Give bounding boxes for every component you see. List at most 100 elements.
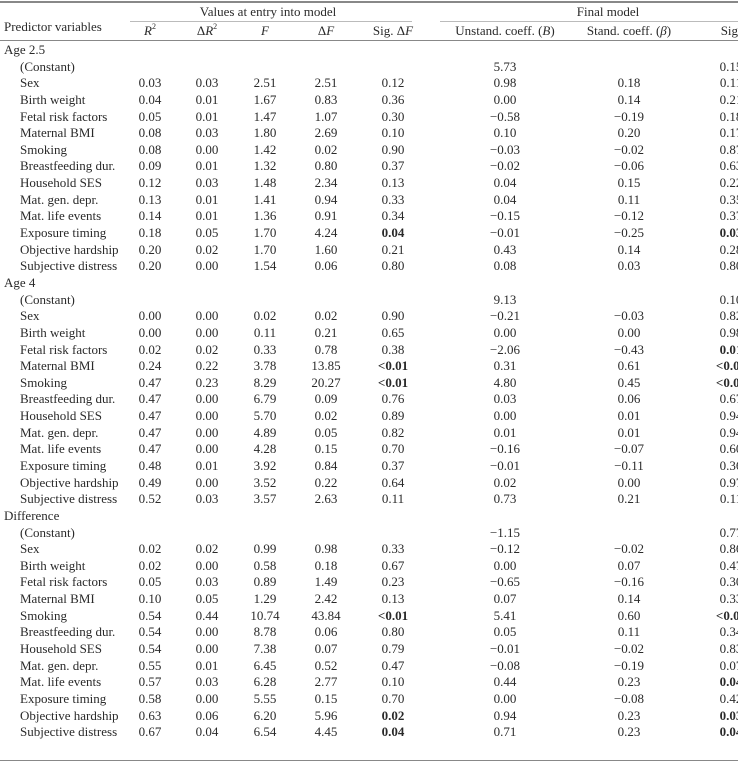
cell-sig-delta-f: 0.64	[381, 474, 405, 490]
cell-r2: 0.20	[138, 241, 162, 257]
predictor-label: Mat. gen. depr.	[20, 191, 99, 207]
cell-r2: 0.08	[138, 141, 162, 157]
cell-sig: 0.98	[719, 324, 738, 340]
header-rule	[0, 40, 738, 41]
cell-delta-f: 0.15	[314, 690, 338, 706]
predictor-label: Exposure timing	[20, 458, 107, 473]
cell-delta-f: 4.24	[314, 225, 338, 241]
predictor-label: Household SES	[20, 408, 102, 424]
cell-r2: 0.10	[138, 591, 162, 607]
cell-delta-f: 0.80	[314, 158, 338, 174]
cell-f: 0.89	[253, 574, 277, 590]
cell-sig-delta-f: 0.33	[381, 541, 405, 557]
cell-delta-r2: 0.22	[195, 358, 219, 374]
predictor-label: Fetal risk factors	[20, 574, 108, 590]
cell-stand-coeff-beta: 0.23	[617, 674, 641, 690]
cell-delta-f: 4.45	[314, 724, 338, 740]
cell-delta-r2: 0.02	[195, 541, 219, 557]
cell-delta-f: 0.78	[314, 341, 338, 357]
column-header-part: R	[144, 23, 152, 38]
cell-sig: 0.86	[719, 541, 738, 557]
cell-r2: 0.47	[138, 391, 162, 407]
cell-sig: 0.15	[719, 58, 738, 74]
predictor-label: Maternal BMI	[20, 125, 95, 141]
cell-sig-delta-f: 0.02	[381, 707, 405, 723]
cell-unstand-coeff-b: 0.31	[493, 358, 517, 374]
cell-sig: <0.01	[715, 374, 738, 390]
cell-sig: 0.94	[719, 424, 738, 440]
cell-r2: 0.02	[138, 557, 162, 573]
cell-delta-r2: 0.00	[195, 441, 219, 457]
cell-unstand-coeff-b: 0.00	[493, 408, 517, 424]
cell-f: 6.54	[253, 724, 277, 740]
cell-delta-r2: 0.01	[195, 158, 219, 174]
cell-sig: 0.60	[719, 441, 738, 457]
cell-r2: 0.12	[138, 175, 162, 191]
cell-sig: 0.94	[719, 408, 738, 424]
cell-unstand-coeff-b: −0.16	[489, 441, 521, 457]
cell-r2: 0.48	[138, 458, 162, 473]
cell-delta-f: 0.07	[314, 641, 338, 657]
cell-sig-delta-f: 0.12	[381, 75, 405, 91]
cell-delta-r2: 0.00	[195, 324, 219, 340]
predictor-label: Breastfeeding dur.	[20, 391, 116, 407]
cell-delta-f: 0.18	[314, 557, 338, 573]
cell-sig: 0.67	[719, 391, 738, 407]
cell-f: 1.36	[253, 208, 277, 224]
cell-delta-f: 0.84	[314, 458, 338, 473]
cell-sig-delta-f: 0.90	[381, 141, 405, 157]
predictor-label: Sex	[20, 75, 40, 91]
cell-delta-f: 5.96	[314, 707, 338, 723]
cell-sig: 0.37	[719, 208, 738, 224]
cell-delta-r2: 0.00	[195, 258, 219, 274]
column-header-r2: R2	[144, 23, 156, 39]
cell-unstand-coeff-b: −0.12	[489, 541, 521, 557]
cell-stand-coeff-beta: −0.19	[613, 657, 645, 673]
column-header-delta-r2: ΔR2	[197, 23, 217, 39]
cell-unstand-coeff-b: 0.94	[493, 707, 517, 723]
predictor-label: Fetal risk factors	[20, 341, 108, 357]
cell-delta-r2: 0.03	[195, 674, 219, 690]
cell-stand-coeff-beta: 0.60	[617, 607, 641, 623]
cell-r2: 0.20	[138, 258, 162, 274]
cell-delta-f: 0.15	[314, 441, 338, 457]
cell-sig: 0.07	[719, 657, 738, 673]
header-predictor-variables: Predictor variables	[4, 19, 102, 34]
cell-sig: 0.03	[719, 225, 738, 241]
predictor-label: Breastfeeding dur.	[20, 158, 116, 174]
cell-delta-f: 0.52	[314, 657, 338, 673]
cell-sig-delta-f: 0.76	[381, 391, 405, 407]
cell-delta-f: 0.02	[314, 141, 338, 157]
cell-delta-r2: 0.00	[195, 690, 219, 706]
cell-sig-delta-f: 0.04	[381, 724, 405, 740]
cell-unstand-coeff-b: −1.15	[489, 524, 521, 540]
cell-delta-r2: 0.04	[195, 724, 219, 740]
predictor-label: Subjective distress	[20, 724, 118, 740]
cell-unstand-coeff-b: 9.13	[493, 291, 517, 307]
cell-sig: 0.11	[719, 491, 738, 507]
cell-stand-coeff-beta: 0.14	[617, 241, 641, 257]
cell-sig-delta-f: 0.38	[381, 341, 405, 357]
cell-unstand-coeff-b: −0.01	[489, 458, 521, 473]
cell-stand-coeff-beta: 0.03	[617, 258, 641, 274]
cell-f: 6.45	[253, 657, 277, 673]
cell-delta-f: 0.09	[314, 391, 338, 407]
cell-f: 4.89	[253, 424, 277, 440]
group-heading: Age 2.5	[4, 42, 46, 57]
cell-sig: <0.01	[715, 607, 738, 623]
cell-f: 1.42	[253, 141, 277, 157]
cell-stand-coeff-beta: 0.23	[617, 724, 641, 740]
column-header-part: F	[405, 23, 414, 38]
cell-delta-r2: 0.00	[195, 391, 219, 407]
cell-stand-coeff-beta: 0.06	[617, 391, 641, 407]
cell-stand-coeff-beta: 0.45	[617, 374, 641, 390]
predictor-label: Maternal BMI	[20, 591, 95, 607]
cell-f: 0.11	[253, 324, 277, 340]
cell-delta-f: 0.02	[314, 308, 338, 324]
cell-f: 0.99	[253, 541, 277, 557]
cell-sig-delta-f: 0.13	[381, 591, 405, 607]
cell-sig: 0.77	[719, 524, 738, 540]
cell-delta-r2: 0.02	[195, 241, 219, 257]
cell-delta-f: 2.63	[314, 491, 338, 507]
predictor-label: Household SES	[20, 175, 102, 191]
